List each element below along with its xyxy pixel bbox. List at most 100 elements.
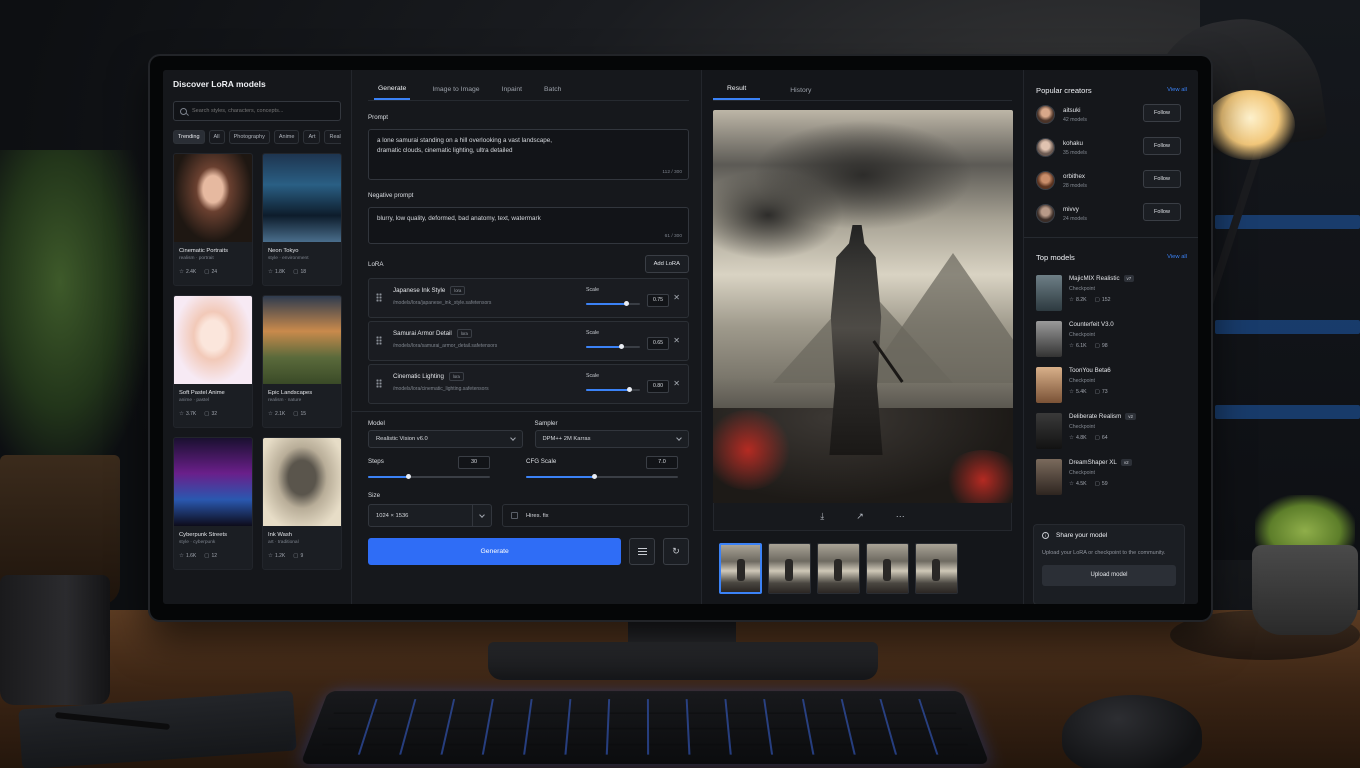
- scale-value[interactable]: 0.75: [647, 294, 669, 307]
- scale-slider[interactable]: [586, 387, 640, 392]
- avatar[interactable]: [1036, 204, 1055, 223]
- share-description: Upload your LoRA or checkpoint to the co…: [1042, 550, 1166, 556]
- drag-handle-icon[interactable]: [376, 379, 382, 388]
- follow-button[interactable]: Follow: [1143, 104, 1181, 122]
- close-icon[interactable]: ✕: [673, 293, 680, 302]
- chip-all[interactable]: All: [208, 130, 225, 144]
- add-lora-button[interactable]: Add LoRA: [644, 255, 689, 273]
- more-icon[interactable]: ⋯: [896, 511, 905, 522]
- follow-button[interactable]: Follow: [1143, 170, 1181, 188]
- thumbnail[interactable]: [915, 543, 958, 594]
- hires-checkbox[interactable]: [511, 512, 518, 519]
- slider-knob[interactable]: [618, 344, 624, 349]
- model-card[interactable]: Ink Wash art · traditional ☆ 1.2K ▢ 9: [262, 437, 342, 570]
- search-input[interactable]: [192, 108, 332, 114]
- view-all-models-link[interactable]: View all: [1167, 254, 1187, 260]
- model-stats: ☆ 8.2K ▢ 152: [1069, 297, 1134, 303]
- follow-button[interactable]: Follow: [1143, 137, 1181, 155]
- model-row[interactable]: MajicMIX Realistic v7 Checkpoint ☆ 8.2K ▢ 15…: [1036, 275, 1187, 321]
- model-card[interactable]: Cinematic Portraits realism · portrait ☆…: [173, 153, 253, 286]
- thumbnail[interactable]: [768, 543, 811, 594]
- tab-history[interactable]: History: [776, 87, 825, 100]
- upload-model-button[interactable]: Upload model: [1042, 565, 1176, 586]
- avatar[interactable]: [1036, 138, 1055, 157]
- scale-slider[interactable]: [586, 344, 640, 349]
- settings-button[interactable]: [629, 538, 656, 565]
- model-select[interactable]: Realistic Vision v6.0: [368, 430, 523, 448]
- negative-prompt-textarea[interactable]: blurry, low quality, deformed, bad anato…: [368, 207, 689, 244]
- comment-icon: ▢: [204, 411, 210, 417]
- steps-value[interactable]: 30: [458, 456, 490, 469]
- version-badge: v7: [1123, 275, 1135, 282]
- lora-title: Japanese Ink Style: [393, 287, 446, 294]
- slider-knob[interactable]: [405, 474, 411, 479]
- card-thumbnail: [174, 296, 252, 384]
- refresh-button[interactable]: ↻: [663, 538, 689, 565]
- close-icon[interactable]: ✕: [673, 379, 680, 388]
- prompt-textarea[interactable]: a lone samurai standing on a hill overlo…: [368, 129, 689, 180]
- model-card[interactable]: Soft Pastel Anime anime · pastel ☆ 3.7K ▢…: [173, 295, 253, 428]
- tab-result[interactable]: Result: [713, 85, 761, 100]
- thumbnail[interactable]: [817, 543, 860, 594]
- comment-icon: ▢: [1094, 481, 1100, 487]
- model-row[interactable]: Counterfeit V3.0 Checkpoint ☆ 6.1K ▢ 98: [1036, 321, 1187, 367]
- size-select[interactable]: 1024 × 1536: [368, 504, 492, 527]
- chip-photography[interactable]: Photography: [228, 130, 270, 144]
- close-icon[interactable]: ✕: [673, 336, 680, 345]
- scale-value[interactable]: 0.65: [647, 337, 669, 350]
- creator-name[interactable]: orbithex: [1063, 173, 1087, 180]
- creator-row: kohaku 35 models Follow: [1036, 131, 1187, 164]
- model-card[interactable]: Epic Landscapes realism · nature ☆ 2.1K ▢…: [262, 295, 342, 428]
- chip-realism[interactable]: Real: [324, 130, 341, 144]
- model-row[interactable]: Deliberate Realism v2 Checkpoint ☆ 4.8K ▢ 64: [1036, 413, 1187, 459]
- slider-knob[interactable]: [624, 301, 629, 306]
- model-row[interactable]: ToonYou Beta6 Checkpoint ☆ 5.4K ▢ 73: [1036, 367, 1187, 413]
- generate-button[interactable]: Generate: [368, 538, 622, 565]
- sliders-icon: [637, 548, 647, 555]
- cfg-value[interactable]: 7.0: [646, 456, 678, 469]
- lora-header: LoRA Add LoRA: [368, 255, 689, 273]
- steps-slider[interactable]: [368, 474, 490, 479]
- creator-name[interactable]: aitsuki: [1063, 107, 1087, 114]
- tab-batch[interactable]: Batch: [544, 86, 561, 100]
- view-all-creators-link[interactable]: View all: [1167, 87, 1187, 93]
- thumbnail[interactable]: [866, 543, 909, 594]
- avatar[interactable]: [1036, 105, 1055, 124]
- model-card[interactable]: Cyberpunk Streets style · cyberpunk ☆ 1.6…: [173, 437, 253, 570]
- creator-info: mivvy 24 models: [1063, 206, 1087, 222]
- search-icon: [180, 107, 187, 115]
- lora-tag: lora: [448, 372, 464, 381]
- cfg-slider[interactable]: [526, 474, 678, 479]
- slider-knob[interactable]: [626, 387, 632, 392]
- card-stats: ☆ 2.1K ▢ 15: [268, 411, 336, 417]
- thumbnail[interactable]: [719, 543, 762, 594]
- hires-fix-toggle[interactable]: Hires. fix: [502, 504, 689, 527]
- drag-handle-icon[interactable]: [376, 336, 382, 345]
- follow-button[interactable]: Follow: [1143, 203, 1181, 221]
- chip-art[interactable]: Art: [303, 130, 321, 144]
- model-card[interactable]: Neon Tokyo style · environment ☆ 1.8K ▢ 18: [262, 153, 342, 286]
- tab-generate[interactable]: Generate: [374, 85, 411, 100]
- comments-count: 18: [300, 269, 306, 275]
- model-type: Checkpoint: [1069, 378, 1095, 384]
- tab-image-to-image[interactable]: Image to Image: [432, 86, 479, 100]
- scale-slider[interactable]: [586, 301, 640, 306]
- slider-knob[interactable]: [591, 474, 597, 479]
- scale-value[interactable]: 0.80: [647, 380, 669, 393]
- result-image[interactable]: [713, 110, 1013, 503]
- chip-anime[interactable]: Anime: [273, 130, 300, 144]
- avatar[interactable]: [1036, 171, 1055, 190]
- creator-name[interactable]: kohaku: [1063, 140, 1087, 147]
- stars-count: 2.1K: [274, 411, 286, 417]
- model-row[interactable]: DreamShaper XL v2 Checkpoint ☆ 4.5K ▢ 59: [1036, 459, 1187, 505]
- sampler-select[interactable]: DPM++ 2M Karras: [534, 430, 689, 448]
- download-icon[interactable]: ⤓: [820, 511, 824, 522]
- card-thumbnail: [263, 438, 341, 526]
- drag-handle-icon[interactable]: [376, 293, 382, 302]
- model-title: Deliberate Realism: [1069, 413, 1122, 420]
- share-icon[interactable]: ↗: [856, 511, 864, 522]
- tab-inpaint[interactable]: Inpaint: [502, 86, 522, 100]
- search-box[interactable]: [173, 101, 341, 121]
- chip-trending[interactable]: Trending: [173, 130, 205, 144]
- creator-name[interactable]: mivvy: [1063, 206, 1087, 213]
